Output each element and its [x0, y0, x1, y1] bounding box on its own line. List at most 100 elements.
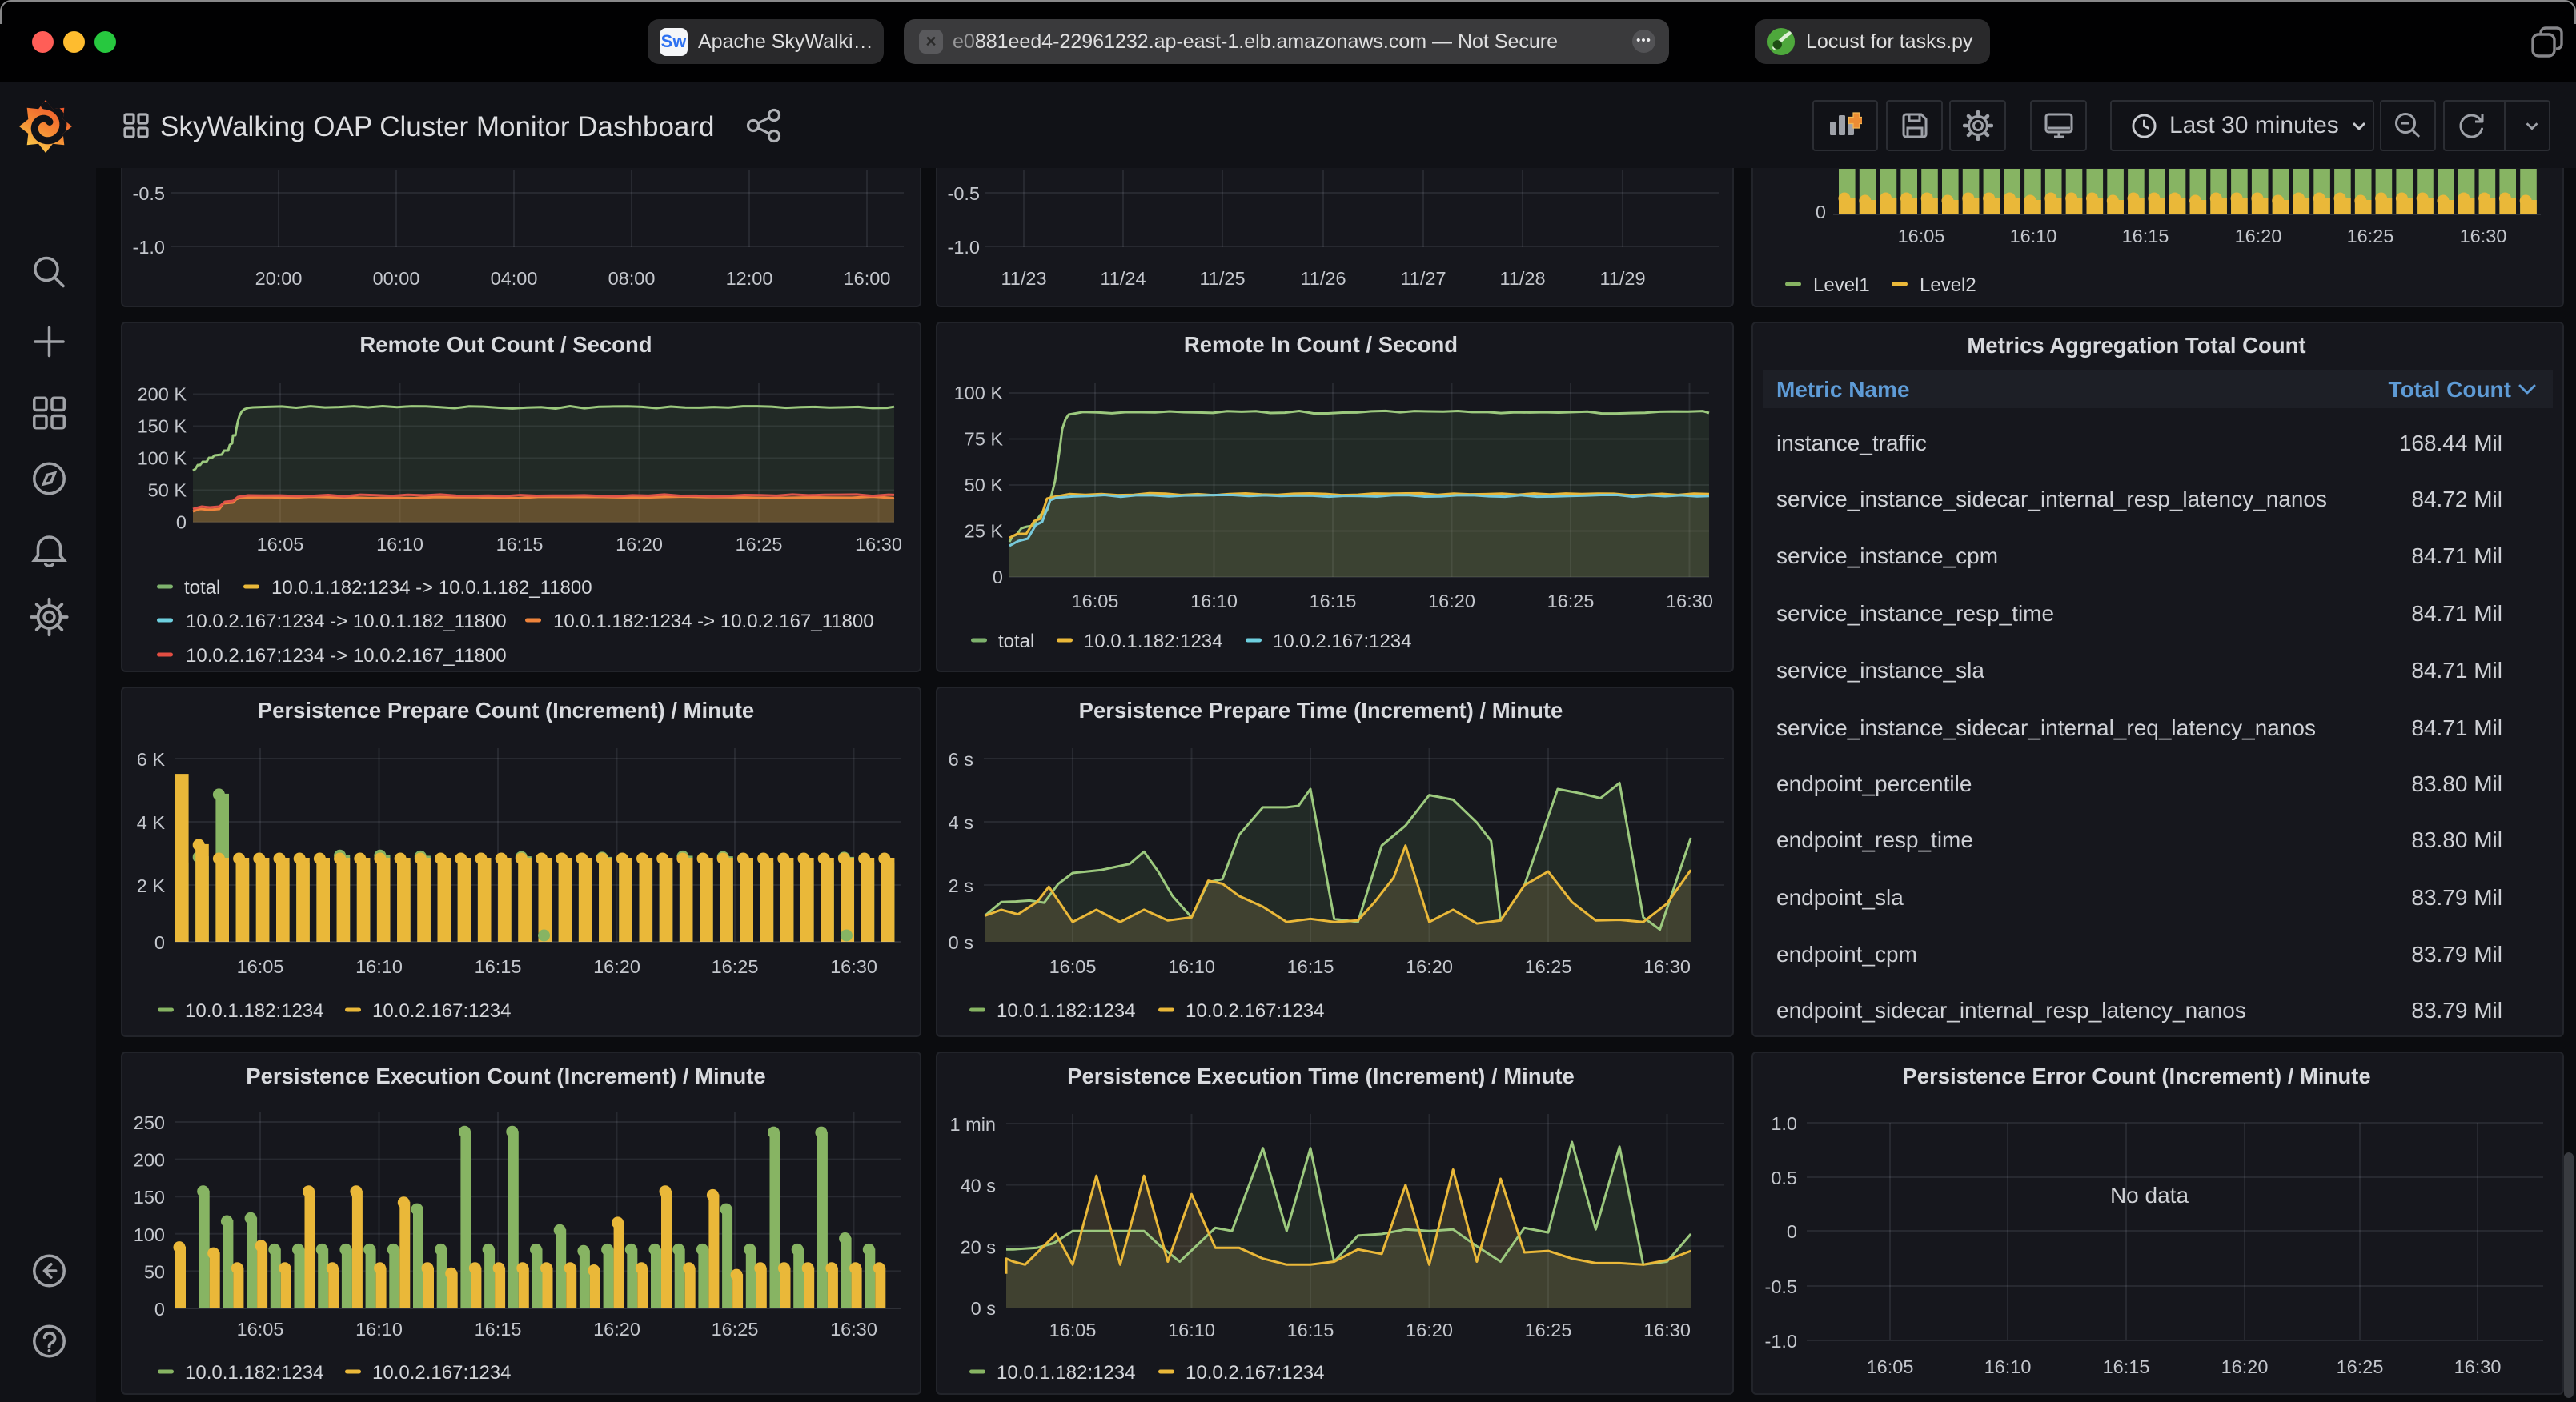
svg-text:16:15: 16:15 [1310, 591, 1357, 611]
svg-text:16:30: 16:30 [2460, 226, 2507, 246]
svg-text:-0.5: -0.5 [948, 183, 981, 204]
svg-text:10.0.1.182:1234: 10.0.1.182:1234 [185, 1362, 324, 1384]
svg-text:12:00: 12:00 [726, 268, 773, 289]
svg-text:11/29: 11/29 [1599, 268, 1645, 289]
svg-text:83.80 Mil: 83.80 Mil [2411, 771, 2502, 796]
svg-text:Persistence Prepare Time (Incr: Persistence Prepare Time (Increment) / M… [1079, 698, 1563, 723]
svg-text:0: 0 [1816, 202, 1826, 222]
svg-text:100 K: 100 K [954, 383, 1004, 403]
svg-text:16:05: 16:05 [1898, 226, 1945, 246]
svg-text:11/23: 11/23 [1001, 268, 1046, 289]
svg-text:No data: No data [2110, 1183, 2189, 1208]
svg-text:endpoint_cpm: endpoint_cpm [1776, 942, 1917, 967]
svg-text:16:20: 16:20 [1428, 591, 1475, 611]
svg-text:6 s: 6 s [949, 749, 973, 770]
svg-text:service_instance_sidecar_inter: service_instance_sidecar_internal_resp_l… [1776, 487, 2327, 511]
svg-text:-1.0: -1.0 [1765, 1331, 1798, 1352]
svg-text:10.0.1.182:1234: 10.0.1.182:1234 [185, 1000, 324, 1022]
svg-text:10.0.2.167:1234: 10.0.2.167:1234 [1273, 631, 1412, 652]
svg-text:-0.5: -0.5 [133, 183, 166, 204]
svg-text:16:05: 16:05 [1049, 1320, 1097, 1340]
svg-text:08:00: 08:00 [608, 268, 656, 289]
svg-text:16:15: 16:15 [475, 1319, 522, 1340]
svg-text:16:10: 16:10 [1984, 1356, 2032, 1377]
svg-text:0: 0 [1787, 1221, 1797, 1242]
svg-text:16:05: 16:05 [1072, 591, 1119, 611]
svg-text:16:25: 16:25 [1525, 956, 1572, 977]
svg-text:10.0.2.167:1234 -> 10.0.1.182_: 10.0.2.167:1234 -> 10.0.1.182_11800 [186, 611, 507, 632]
svg-text:75 K: 75 K [965, 429, 1004, 450]
svg-text:instance_traffic: instance_traffic [1776, 431, 1927, 455]
svg-text:16:25: 16:25 [736, 534, 783, 555]
svg-text:0.5: 0.5 [1771, 1168, 1797, 1188]
svg-text:endpoint_percentile: endpoint_percentile [1776, 771, 1972, 796]
svg-text:04:00: 04:00 [491, 268, 538, 289]
svg-text:16:20: 16:20 [2235, 226, 2282, 246]
svg-text:2 K: 2 K [137, 875, 166, 896]
svg-text:0: 0 [154, 932, 165, 953]
svg-text:11/28: 11/28 [1499, 268, 1545, 289]
svg-text:10.0.2.167:1234: 10.0.2.167:1234 [1186, 1362, 1325, 1384]
svg-text:Remote In Count / Second: Remote In Count / Second [1184, 332, 1458, 357]
svg-text:16:15: 16:15 [1287, 956, 1334, 977]
svg-text:16:05: 16:05 [237, 1319, 284, 1340]
svg-text:16:30: 16:30 [1666, 591, 1713, 611]
svg-text:16:10: 16:10 [355, 1319, 403, 1340]
svg-text:50 K: 50 K [965, 475, 1004, 495]
svg-text:10.0.1.182:1234 -> 10.0.1.182_: 10.0.1.182:1234 -> 10.0.1.182_11800 [271, 577, 592, 599]
svg-text:Persistence Execution Time (In: Persistence Execution Time (Increment) /… [1067, 1064, 1575, 1088]
svg-text:50 K: 50 K [148, 480, 187, 501]
svg-text:16:10: 16:10 [1190, 591, 1238, 611]
svg-text:-1.0: -1.0 [133, 237, 166, 258]
svg-text:16:05: 16:05 [1049, 956, 1097, 977]
svg-text:16:20: 16:20 [1406, 956, 1453, 977]
svg-text:10.0.1.182:1234: 10.0.1.182:1234 [997, 1362, 1136, 1384]
svg-text:16:30: 16:30 [830, 956, 877, 977]
svg-text:16:20: 16:20 [593, 1319, 640, 1340]
svg-text:Level2: Level2 [1920, 274, 1976, 296]
svg-text:83.79 Mil: 83.79 Mil [2411, 942, 2502, 967]
svg-text:16:15: 16:15 [475, 956, 522, 977]
svg-text:service_instance_cpm: service_instance_cpm [1776, 543, 1998, 568]
svg-text:16:15: 16:15 [2103, 1356, 2150, 1377]
svg-text:0: 0 [154, 1299, 165, 1320]
svg-text:83.79 Mil: 83.79 Mil [2411, 998, 2502, 1023]
svg-text:10.0.2.167:1234 -> 10.0.2.167_: 10.0.2.167:1234 -> 10.0.2.167_11800 [186, 645, 507, 667]
svg-text:10.0.2.167:1234: 10.0.2.167:1234 [372, 1000, 512, 1022]
svg-text:16:25: 16:25 [712, 956, 759, 977]
svg-text:84.71 Mil: 84.71 Mil [2411, 601, 2502, 626]
svg-text:Persistence Prepare Count (Inc: Persistence Prepare Count (Increment) / … [258, 698, 754, 723]
svg-text:20:00: 20:00 [255, 268, 303, 289]
svg-text:84.71 Mil: 84.71 Mil [2411, 715, 2502, 740]
svg-text:16:25: 16:25 [2347, 226, 2394, 246]
svg-text:200 K: 200 K [138, 384, 187, 405]
svg-text:10.0.1.182:1234: 10.0.1.182:1234 [1084, 631, 1223, 652]
svg-text:0 s: 0 s [971, 1298, 996, 1319]
svg-text:16:10: 16:10 [376, 534, 423, 555]
svg-text:4 s: 4 s [949, 812, 973, 833]
svg-text:16:20: 16:20 [593, 956, 640, 977]
svg-text:16:15: 16:15 [2122, 226, 2169, 246]
svg-text:16:25: 16:25 [712, 1319, 759, 1340]
svg-text:0: 0 [176, 512, 187, 533]
svg-text:service_instance_sla: service_instance_sla [1776, 658, 1984, 683]
svg-text:16:05: 16:05 [257, 534, 304, 555]
svg-text:40 s: 40 s [961, 1176, 996, 1196]
svg-text:Total Count: Total Count [2389, 377, 2511, 402]
svg-text:10.0.2.167:1234: 10.0.2.167:1234 [372, 1362, 512, 1384]
svg-text:50: 50 [144, 1261, 165, 1282]
svg-text:16:05: 16:05 [1867, 1356, 1914, 1377]
svg-text:16:10: 16:10 [2010, 226, 2057, 246]
svg-text:16:30: 16:30 [1643, 1320, 1691, 1340]
svg-text:16:30: 16:30 [855, 534, 902, 555]
svg-text:service_instance_sidecar_inter: service_instance_sidecar_internal_req_la… [1776, 715, 2316, 740]
svg-text:1.0: 1.0 [1771, 1113, 1797, 1134]
svg-text:16:00: 16:00 [844, 268, 891, 289]
svg-text:200: 200 [134, 1150, 165, 1171]
svg-text:84.72 Mil: 84.72 Mil [2411, 487, 2502, 511]
svg-text:0: 0 [993, 567, 1003, 587]
svg-text:150 K: 150 K [138, 416, 187, 437]
svg-text:Remote Out Count / Second: Remote Out Count / Second [359, 332, 652, 357]
svg-text:100 K: 100 K [138, 448, 187, 469]
svg-text:endpoint_sidecar_internal_resp: endpoint_sidecar_internal_resp_latency_n… [1776, 998, 2246, 1023]
